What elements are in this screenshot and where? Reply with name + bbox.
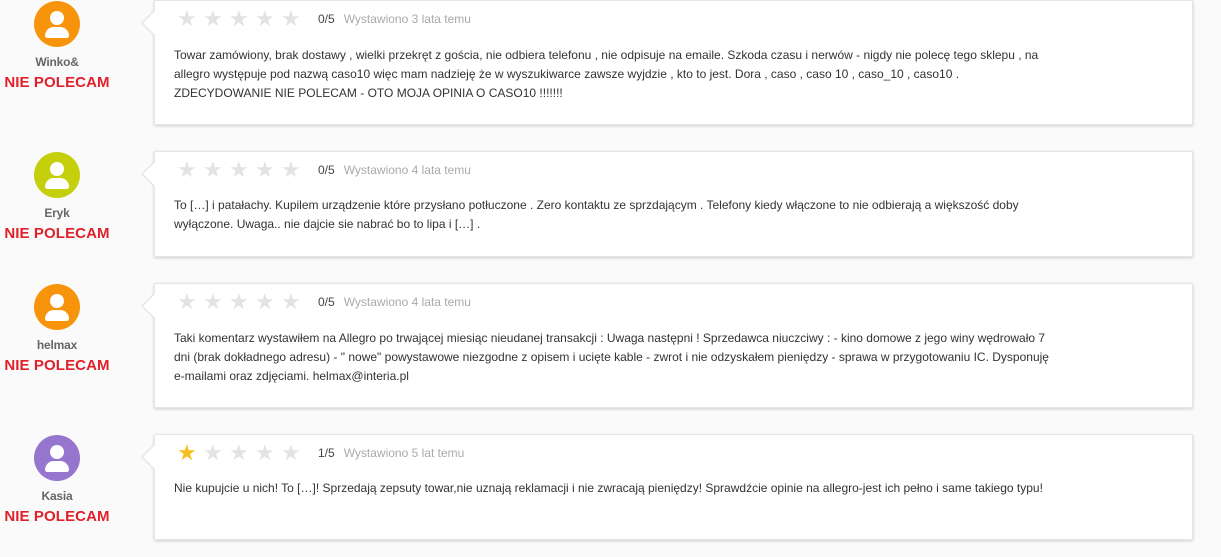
review-author: Eryk NIE POLECAM <box>0 151 114 242</box>
verdict-label: NIE POLECAM <box>4 225 110 242</box>
star-icon: ★ <box>203 157 223 182</box>
star-icon: ★ <box>177 6 197 31</box>
review-card: ★ ★ ★ ★ ★ 0/5 Wystawiono 4 lata temu Taki ko… <box>141 283 1193 408</box>
posted-date: Wystawiono 4 lata temu <box>343 163 471 177</box>
star-icon: ★ <box>203 6 223 31</box>
star-rating: ★ ★ ★ ★ ★ <box>177 440 307 465</box>
star-icon: ★ <box>281 440 301 465</box>
posted-date: Wystawiono 5 lat temu <box>343 446 465 460</box>
review-meta: ★ ★ ★ ★ ★ 0/5 Wystawiono 3 lata temu <box>177 6 471 31</box>
star-icon: ★ <box>177 289 197 314</box>
star-icon: ★ <box>203 289 223 314</box>
review-meta: ★ ★ ★ ★ ★ 0/5 Wystawiono 4 lata temu <box>177 289 471 314</box>
star-icon: ★ <box>203 440 223 465</box>
star-rating: ★ ★ ★ ★ ★ <box>177 289 307 314</box>
review-meta: ★ ★ ★ ★ ★ 0/5 Wystawiono 4 lata temu <box>177 157 471 182</box>
star-icon: ★ <box>255 289 275 314</box>
star-icon: ★ <box>281 6 301 31</box>
star-icon: ★ <box>281 289 301 314</box>
review-card: ★ ★ ★ ★ ★ 0/5 Wystawiono 3 lata temu Towar z… <box>141 0 1193 125</box>
star-icon: ★ <box>229 440 249 465</box>
review-text: To […] i patałachy. Kupilem urządzenie k… <box>174 198 1019 231</box>
reviews-list: Winko& NIE POLECAM ★ ★ ★ ★ ★ 0/5 Wystawiono … <box>0 0 1221 557</box>
review-text: Nie kupujcie u nich! To […]! Sprzedają z… <box>174 481 1043 495</box>
review-meta: ★ ★ ★ ★ ★ 1/5 Wystawiono 5 lat temu <box>177 440 465 465</box>
review-text: Towar zamówiony, brak dostawy , wielki p… <box>174 48 1039 100</box>
star-icon: ★ <box>229 6 249 31</box>
star-icon: ★ <box>255 440 275 465</box>
rating-score: 0/5 <box>318 12 335 26</box>
verdict-label: NIE POLECAM <box>4 357 110 374</box>
review-author: helmax NIE POLECAM <box>0 283 114 374</box>
author-name: helmax <box>36 338 78 352</box>
verdict-label: NIE POLECAM <box>4 74 110 91</box>
avatar <box>34 435 80 481</box>
review-text: Taki komentarz wystawiłem na Allegro po … <box>174 331 1049 383</box>
avatar <box>34 1 80 47</box>
review-author: Kasia NIE POLECAM <box>0 434 114 525</box>
author-name: Kasia <box>41 489 73 503</box>
rating-score: 0/5 <box>318 163 335 177</box>
review-card: ★ ★ ★ ★ ★ 1/5 Wystawiono 5 lat temu Nie kupu… <box>141 434 1193 540</box>
star-icon: ★ <box>177 440 197 465</box>
star-icon: ★ <box>229 289 249 314</box>
review-card: ★ ★ ★ ★ ★ 0/5 Wystawiono 4 lata temu To […] … <box>141 151 1193 257</box>
star-icon: ★ <box>255 6 275 31</box>
avatar <box>34 152 80 198</box>
author-name: Winko& <box>35 55 79 69</box>
review-author: Winko& NIE POLECAM <box>0 0 114 91</box>
star-icon: ★ <box>177 157 197 182</box>
verdict-label: NIE POLECAM <box>4 508 110 525</box>
author-name: Eryk <box>44 206 70 220</box>
star-rating: ★ ★ ★ ★ ★ <box>177 6 307 31</box>
star-icon: ★ <box>255 157 275 182</box>
rating-score: 0/5 <box>318 295 335 309</box>
rating-score: 1/5 <box>318 446 335 460</box>
avatar <box>34 284 80 330</box>
posted-date: Wystawiono 4 lata temu <box>343 295 471 309</box>
star-rating: ★ ★ ★ ★ ★ <box>177 157 307 182</box>
posted-date: Wystawiono 3 lata temu <box>343 12 471 26</box>
star-icon: ★ <box>281 157 301 182</box>
star-icon: ★ <box>229 157 249 182</box>
